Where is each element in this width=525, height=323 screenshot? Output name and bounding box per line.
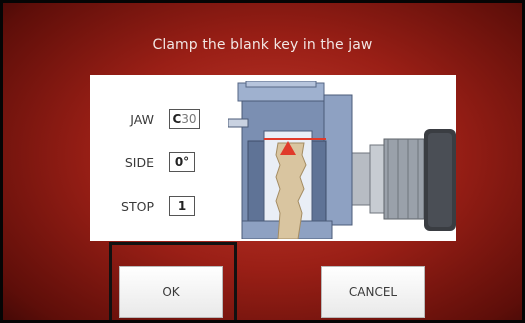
- jaw-value-box: C 30: [169, 109, 200, 129]
- stop-label: STOP: [121, 199, 154, 214]
- side-value: 0°: [174, 155, 190, 169]
- ok-button[interactable]: OK: [119, 266, 223, 318]
- instruction-panel: JAW C 30 SIDE 0° STOP 1: [90, 75, 456, 241]
- stop-value-box: 1: [169, 196, 195, 216]
- jaw-number: 30: [181, 112, 197, 126]
- jaw-label: JAW: [130, 112, 154, 127]
- instruction-title: Clamp the blank key in the jaw: [152, 37, 373, 53]
- stop-value: 1: [177, 199, 187, 213]
- spindle-motor: [351, 129, 456, 231]
- side-value-box: 0°: [169, 152, 195, 172]
- key-clamp-illustration: [228, 81, 456, 239]
- cancel-button[interactable]: CANCEL: [321, 266, 425, 318]
- jaw-prefix: C: [172, 112, 182, 126]
- machine-screen: Clamp the blank key in the jaw JAW C 30 S…: [0, 0, 525, 323]
- side-label: SIDE: [124, 155, 154, 170]
